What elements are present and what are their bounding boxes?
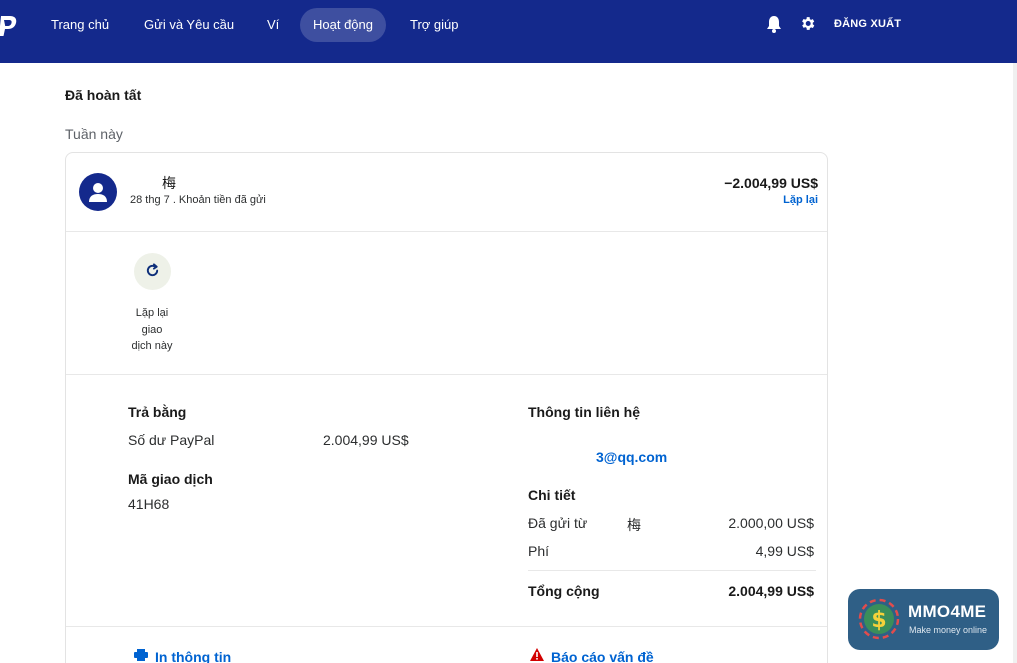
fee-label: Phí [528,543,550,559]
divider [66,374,827,375]
printer-icon[interactable] [134,649,148,661]
nav-item-home[interactable]: Trang chủ [38,8,122,42]
payment-method: Số dư PayPal [128,432,215,448]
user-icon [89,183,107,202]
divider [528,570,816,571]
total-label: Tổng cộng [528,583,600,599]
contact-info-label: Thông tin liên hệ [528,404,640,420]
nav-item-activity[interactable]: Hoạt động [300,8,386,42]
transaction-id-label: Mã giao dịch [128,471,213,487]
nav-item-wallet[interactable]: Ví [254,8,292,42]
print-details-link[interactable]: In thông tin [155,649,231,663]
paypal-logo-icon[interactable] [0,14,18,38]
repeat-link[interactable]: Lặp lại [783,194,818,206]
logout-link[interactable]: ĐĂNG XUẤT [834,18,901,30]
watermark-title: MMO4ME [908,602,987,621]
top-navigation-bar: Trang chủ Gửi và Yêu cầu Ví Hoạt động Tr… [0,0,1017,63]
warning-icon[interactable] [530,648,544,661]
nav-item-help[interactable]: Trợ giúp [397,8,472,42]
sent-amount: 2.000,00 US$ [728,515,814,531]
paid-with-label: Trả bằng [128,404,187,420]
gear-icon[interactable] [799,15,816,32]
repeat-transaction-button[interactable] [134,253,171,290]
sent-from-name: 梅 [627,517,641,533]
transaction-id: 41H68 [128,496,170,512]
watermark-badge: $ MMO4ME Make money online [848,589,999,650]
repeat-transaction-caption[interactable]: Lặp lại giao dịch này [124,305,180,355]
transaction-card: 梅 28 thg 7 . Khoản tiền đã gửi −2.004,99… [65,152,828,663]
divider [66,231,827,232]
caption-line: Lặp lại [135,307,169,319]
sent-from-label: Đã gửi từ [528,515,588,531]
bell-icon[interactable] [766,15,782,33]
status-heading: Đã hoàn tất [65,87,142,103]
period-label: Tuần này [65,126,123,142]
report-problem-link[interactable]: Báo cáo vấn đề [551,649,654,663]
dollar-coin-icon: $ [858,598,900,640]
fee-amount: 4,99 US$ [755,543,814,559]
transaction-meta: 28 thg 7 . Khoản tiền đã gửi [130,194,266,206]
divider [66,626,827,627]
caption-line: dịch này [131,340,173,352]
refresh-icon [146,263,159,277]
avatar [79,173,117,211]
payment-method-amount: 2.004,99 US$ [323,432,409,448]
contact-email-link[interactable]: 3@qq.com [596,449,667,465]
nav-item-send-request[interactable]: Gửi và Yêu cầu [131,8,247,42]
total-amount: 2.004,99 US$ [728,583,814,599]
recipient-name: 梅 [162,175,176,191]
transaction-amount: −2.004,99 US$ [724,175,818,191]
svg-text:$: $ [871,608,886,633]
page-scrollbar[interactable] [1013,63,1017,663]
caption-line: giao [141,323,163,336]
details-label: Chi tiết [528,487,576,503]
watermark-subtitle: Make money online [909,625,988,635]
